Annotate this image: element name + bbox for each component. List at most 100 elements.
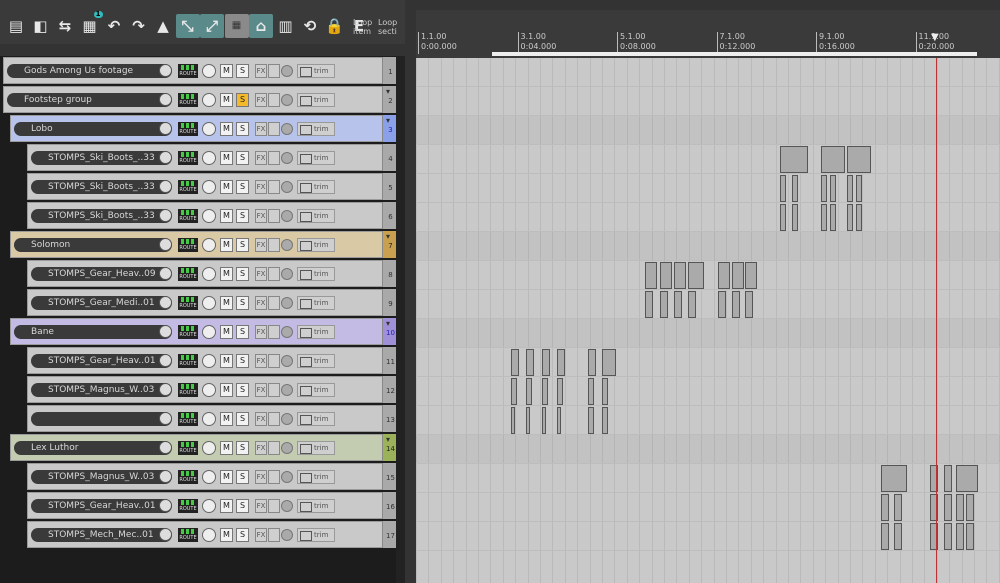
trim-automation-button[interactable]: trim xyxy=(297,180,335,194)
solo-button[interactable]: S xyxy=(236,267,249,281)
media-item[interactable] xyxy=(830,175,836,202)
mute-button[interactable]: M xyxy=(220,383,233,397)
media-item[interactable] xyxy=(602,378,608,405)
track-name-field[interactable]: Lobo xyxy=(14,122,172,136)
fx-bypass-button[interactable] xyxy=(268,122,280,136)
volume-knob[interactable] xyxy=(159,325,172,338)
solo-button[interactable]: S xyxy=(236,470,249,484)
media-item[interactable] xyxy=(821,175,827,202)
media-item[interactable] xyxy=(821,204,827,231)
fx-button[interactable]: FX xyxy=(255,296,267,310)
track-panel-scrollbar[interactable] xyxy=(396,56,405,583)
track-lane[interactable] xyxy=(416,435,1000,464)
fx-button[interactable]: FX xyxy=(255,499,267,513)
volume-knob[interactable] xyxy=(159,267,172,280)
mute-button[interactable]: M xyxy=(220,238,233,252)
route-button[interactable]: ROUTE xyxy=(178,325,198,339)
trim-automation-button[interactable]: trim xyxy=(297,209,335,223)
volume-knob[interactable] xyxy=(159,528,172,541)
track-row[interactable]: STOMPS_Magnus_W..03 ROUTE M S FX trim 12 xyxy=(0,375,405,404)
volume-knob[interactable] xyxy=(159,383,172,396)
media-item[interactable] xyxy=(526,349,534,376)
trim-automation-button[interactable]: trim xyxy=(297,470,335,484)
fx-button[interactable]: FX xyxy=(255,383,267,397)
route-button[interactable]: ROUTE xyxy=(178,383,198,397)
media-item[interactable] xyxy=(966,523,974,550)
snap-button[interactable]: ⌂ xyxy=(249,14,273,38)
track-row[interactable]: Lobo ROUTE M S FX trim ▾ 3 xyxy=(0,114,405,143)
track-name-field[interactable]: STOMPS_Gear_Heav..01 xyxy=(31,354,172,368)
fx-bypass-button[interactable] xyxy=(268,151,280,165)
arrange-view[interactable]: 1.1.00 0:00.000 3.1.00 0:04.000 5.1.00 0:08.0… xyxy=(416,10,1000,583)
solo-button[interactable]: S xyxy=(236,64,249,78)
phase-button[interactable] xyxy=(281,94,293,106)
pan-knob[interactable] xyxy=(202,122,216,136)
fx-bypass-button[interactable] xyxy=(268,354,280,368)
auto-crossfade-button[interactable]: ⤡ xyxy=(175,14,200,38)
media-item[interactable] xyxy=(745,262,757,289)
save-project-button[interactable]: ⇆ xyxy=(53,14,77,38)
phase-button[interactable] xyxy=(281,210,293,222)
trim-automation-button[interactable]: trim xyxy=(297,296,335,310)
route-button[interactable]: ROUTE xyxy=(178,151,198,165)
mute-button[interactable]: M xyxy=(220,209,233,223)
track-name-field[interactable]: STOMPS_Gear_Heav..01 xyxy=(31,499,172,513)
track-lanes[interactable] xyxy=(416,58,1000,583)
track-name-field[interactable]: STOMPS_Magnus_W..03 xyxy=(31,470,172,484)
track-row[interactable]: STOMPS_Ski_Boots_..33 ROUTE M S FX trim 4 xyxy=(0,143,405,172)
media-item[interactable] xyxy=(557,378,563,405)
solo-button[interactable]: S xyxy=(236,238,249,252)
route-button[interactable]: ROUTE xyxy=(178,209,198,223)
track-name-field[interactable] xyxy=(31,412,172,426)
media-item[interactable] xyxy=(674,291,682,318)
media-item[interactable] xyxy=(557,407,561,434)
mute-button[interactable]: M xyxy=(220,528,233,542)
fx-button[interactable]: FX xyxy=(255,354,267,368)
media-item[interactable] xyxy=(792,204,798,231)
track-row[interactable]: STOMPS_Magnus_W..03 ROUTE M S FX trim 15 xyxy=(0,462,405,491)
grid-button[interactable]: ▦ xyxy=(224,14,249,38)
phase-button[interactable] xyxy=(281,326,293,338)
redo-button[interactable]: ↷ xyxy=(127,14,151,38)
track-name-field[interactable]: STOMPS_Gear_Heav..09 xyxy=(31,267,172,281)
fx-button[interactable]: FX xyxy=(255,64,267,78)
media-item[interactable] xyxy=(830,204,836,231)
undo-button[interactable]: ↶ xyxy=(102,14,126,38)
pan-knob[interactable] xyxy=(202,441,216,455)
media-item[interactable] xyxy=(588,407,594,434)
track-row[interactable]: Gods Among Us footage ROUTE M S FX trim 1 xyxy=(0,56,405,85)
volume-knob[interactable] xyxy=(159,209,172,222)
fx-button[interactable]: FX xyxy=(255,93,267,107)
trim-automation-button[interactable]: trim xyxy=(297,64,335,78)
media-item[interactable] xyxy=(588,349,596,376)
media-item[interactable] xyxy=(956,494,964,521)
media-item[interactable] xyxy=(745,291,753,318)
mute-button[interactable]: M xyxy=(220,180,233,194)
solo-button[interactable]: S xyxy=(236,296,249,310)
fx-bypass-button[interactable] xyxy=(268,470,280,484)
folder-collapse-icon[interactable]: ▾ xyxy=(386,116,390,125)
pan-knob[interactable] xyxy=(202,151,216,165)
track-lane[interactable] xyxy=(416,464,1000,493)
volume-knob[interactable] xyxy=(159,180,172,193)
route-button[interactable]: ROUTE xyxy=(178,267,198,281)
volume-knob[interactable] xyxy=(159,441,172,454)
media-item[interactable] xyxy=(542,349,550,376)
fx-button[interactable]: FX xyxy=(255,441,267,455)
track-name-field[interactable]: STOMPS_Gear_Medi..01 xyxy=(31,296,172,310)
loop-region-bar[interactable] xyxy=(492,52,977,56)
track-name-field[interactable]: STOMPS_Mech_Mec..01 xyxy=(31,528,172,542)
trim-automation-button[interactable]: trim xyxy=(297,122,335,136)
solo-button[interactable]: S xyxy=(236,412,249,426)
volume-knob[interactable] xyxy=(159,151,172,164)
solo-button[interactable]: S xyxy=(236,383,249,397)
media-item[interactable] xyxy=(732,262,744,289)
media-item[interactable] xyxy=(944,523,952,550)
media-item[interactable] xyxy=(718,291,726,318)
pan-knob[interactable] xyxy=(202,412,216,426)
media-item[interactable] xyxy=(660,262,672,289)
mute-button[interactable]: M xyxy=(220,64,233,78)
mute-button[interactable]: M xyxy=(220,93,233,107)
media-item[interactable] xyxy=(847,146,871,173)
volume-knob[interactable] xyxy=(159,238,172,251)
